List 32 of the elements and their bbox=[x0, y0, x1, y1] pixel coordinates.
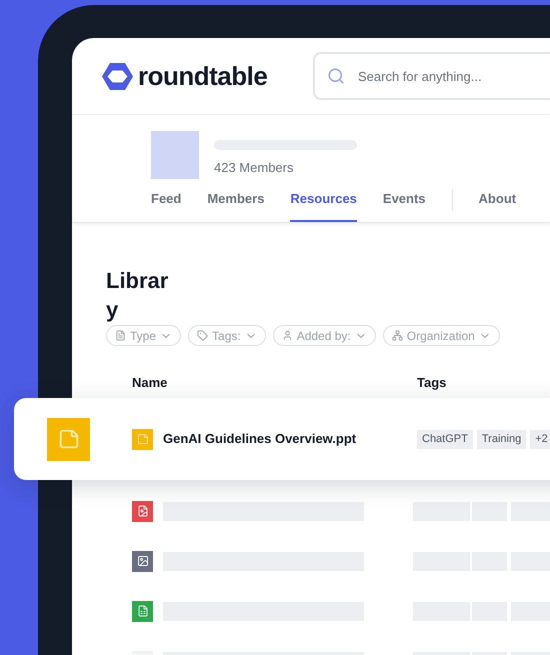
column-header: Tags bbox=[417, 374, 446, 392]
column-header: Name bbox=[132, 374, 168, 392]
person-icon bbox=[282, 330, 293, 341]
group-avatar bbox=[151, 131, 199, 179]
nav-tab[interactable]: About bbox=[478, 189, 516, 222]
document-icon bbox=[132, 428, 153, 450]
library-title: Library bbox=[106, 267, 170, 324]
tag-icon bbox=[197, 330, 208, 341]
document-icon bbox=[47, 418, 90, 460]
file-name: GenAI Guidelines Overview.ppt bbox=[163, 430, 358, 448]
tag-chip: Training bbox=[476, 430, 526, 448]
nav-tab[interactable]: Members bbox=[207, 189, 264, 222]
filter-chip[interactable]: Tags: bbox=[188, 325, 266, 346]
filter-chip[interactable]: Organization bbox=[382, 325, 500, 346]
hierarchy-icon bbox=[392, 330, 403, 341]
spreadsheet-icon bbox=[132, 600, 153, 622]
tag-chip: +2 bbox=[530, 430, 550, 448]
image-icon bbox=[132, 550, 153, 572]
file-icon bbox=[132, 500, 153, 522]
nav-tab[interactable]: Resources bbox=[290, 189, 357, 222]
document-icon bbox=[115, 330, 126, 341]
member-count: 423 Members bbox=[214, 159, 294, 177]
brand-name: roundtable bbox=[138, 60, 268, 92]
search-field[interactable]: Search for anything... bbox=[313, 52, 550, 100]
filter-chip[interactable]: Type bbox=[106, 325, 182, 346]
featured-card[interactable]: GenAI Guidelines Overview.ppt ChatGPT Training +2 bbox=[14, 398, 550, 480]
logo-icon bbox=[101, 62, 134, 90]
nav-tab[interactable]: Events bbox=[382, 189, 426, 222]
search-icon bbox=[327, 67, 345, 85]
filter-chip[interactable]: Added by: bbox=[272, 325, 376, 346]
nav-tab[interactable]: Feed bbox=[151, 189, 182, 222]
tag-chip: ChatGPT bbox=[417, 430, 473, 448]
